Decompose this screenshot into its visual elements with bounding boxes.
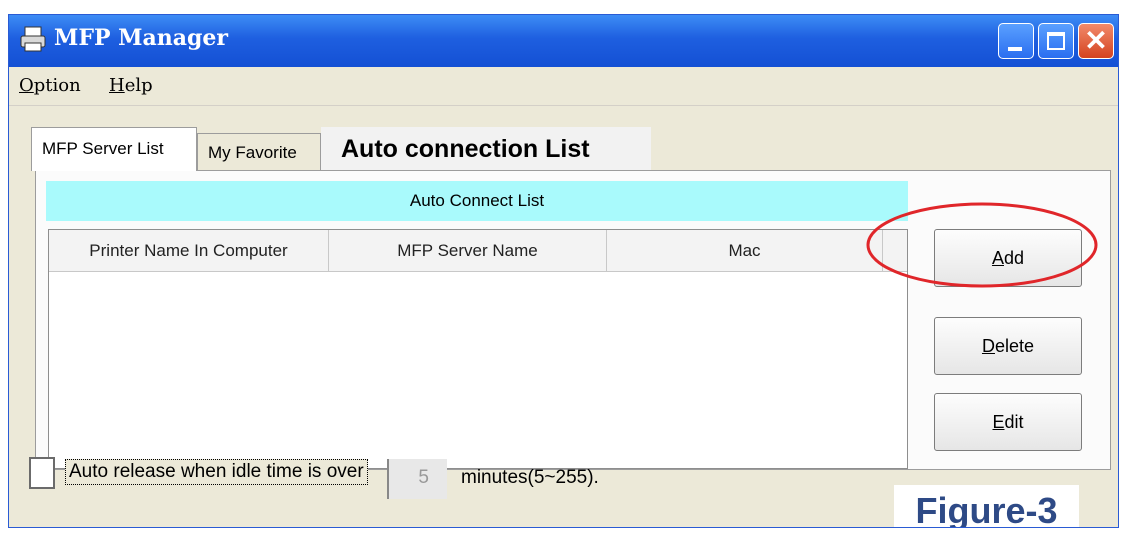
- minimize-button[interactable]: [998, 23, 1034, 59]
- auto-release-label[interactable]: Auto release when idle time is over: [65, 459, 368, 485]
- tab-mfp-server-list[interactable]: MFP Server List: [31, 127, 197, 171]
- add-button[interactable]: Add: [934, 229, 1082, 287]
- annotation-label: Auto connection List: [321, 127, 651, 171]
- column-mfp-server-name[interactable]: MFP Server Name: [329, 230, 607, 272]
- edit-button[interactable]: Edit: [934, 393, 1082, 451]
- figure-caption: Figure-3: [894, 485, 1079, 527]
- close-icon: ✕: [1084, 25, 1108, 56]
- title-bar[interactable]: MFP Manager ✕: [9, 15, 1118, 67]
- menu-option[interactable]: Option: [19, 75, 81, 96]
- column-filler: [883, 230, 907, 272]
- column-mac[interactable]: Mac: [607, 230, 883, 272]
- mfp-manager-window: MFP Manager ✕ Option Help MFP Server Lis…: [8, 14, 1119, 528]
- maximize-icon: [1047, 32, 1065, 50]
- window-title: MFP Manager: [54, 25, 229, 51]
- menu-help[interactable]: Help: [109, 75, 153, 96]
- auto-release-checkbox[interactable]: [29, 457, 55, 489]
- menu-bar: Option Help: [9, 67, 1118, 106]
- list-title: Auto Connect List: [46, 181, 908, 221]
- auto-connect-listview[interactable]: Printer Name In Computer MFP Server Name…: [48, 229, 908, 469]
- auto-connect-panel: Auto Connect List Printer Name In Comput…: [35, 170, 1111, 470]
- close-button[interactable]: ✕: [1078, 23, 1114, 59]
- tab-my-favorite[interactable]: My Favorite: [197, 133, 321, 171]
- minutes-range-label: minutes(5~255).: [461, 467, 599, 488]
- delete-button[interactable]: Delete: [934, 317, 1082, 375]
- minimize-icon: [1008, 47, 1022, 51]
- maximize-button[interactable]: [1038, 23, 1074, 59]
- idle-minutes-input[interactable]: 5: [387, 459, 447, 499]
- column-printer-name[interactable]: Printer Name In Computer: [49, 230, 329, 272]
- printer-icon: [20, 26, 46, 52]
